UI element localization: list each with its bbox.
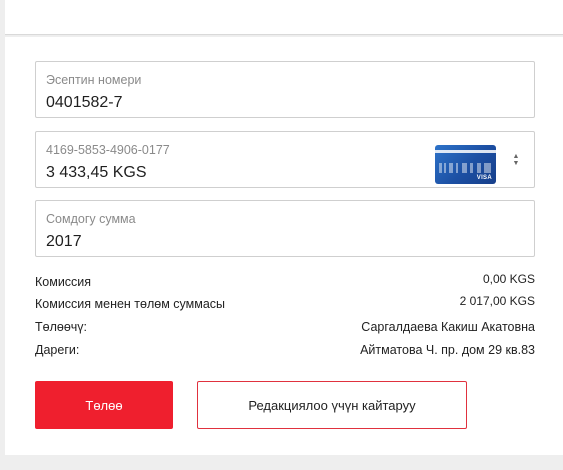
account-number-value[interactable]: 0401582-7: [46, 94, 123, 112]
card-number-label: 4169-5853-4906-0177: [46, 143, 170, 157]
amount-field[interactable]: Сомдогу сумма 2017: [35, 200, 535, 257]
top-panel: [5, 0, 563, 35]
payment-form-card: Эсептин номери 0401582-7 4169-5853-4906-…: [5, 37, 563, 455]
back-to-edit-button[interactable]: Редакциялоо үчүн кайтаруу: [197, 381, 467, 429]
pay-button[interactable]: Төлөө: [35, 381, 173, 429]
fee-value: 0,00 KGS: [482, 272, 535, 286]
card-balance-value: 3 433,45 KGS: [46, 164, 147, 181]
fee-label: Комиссия: [35, 275, 92, 289]
address-label: Дареги:: [35, 343, 80, 357]
bank-card-image: VISA: [435, 145, 496, 184]
visa-logo: VISA: [476, 175, 492, 181]
select-arrows-icon[interactable]: ▲ ▼: [510, 153, 522, 169]
payer-label: Төлөөчү:: [35, 320, 88, 334]
amount-label: Сомдогу сумма: [46, 212, 136, 226]
amount-value[interactable]: 2017: [46, 233, 82, 251]
total-value: 2 017,00 KGS: [459, 294, 535, 308]
account-number-field[interactable]: Эсептин номери 0401582-7: [35, 61, 535, 118]
address-value: Айтматова Ч. пр. дом 29 кв.83: [360, 343, 535, 357]
card-select[interactable]: 4169-5853-4906-0177 3 433,45 KGS VISA ▲ ▼: [35, 131, 535, 188]
payer-value: Саргалдаева Какиш Акатовна: [361, 320, 535, 334]
account-number-label: Эсептин номери: [46, 73, 142, 87]
total-label: Комиссия менен төлөм суммасы: [35, 297, 226, 311]
